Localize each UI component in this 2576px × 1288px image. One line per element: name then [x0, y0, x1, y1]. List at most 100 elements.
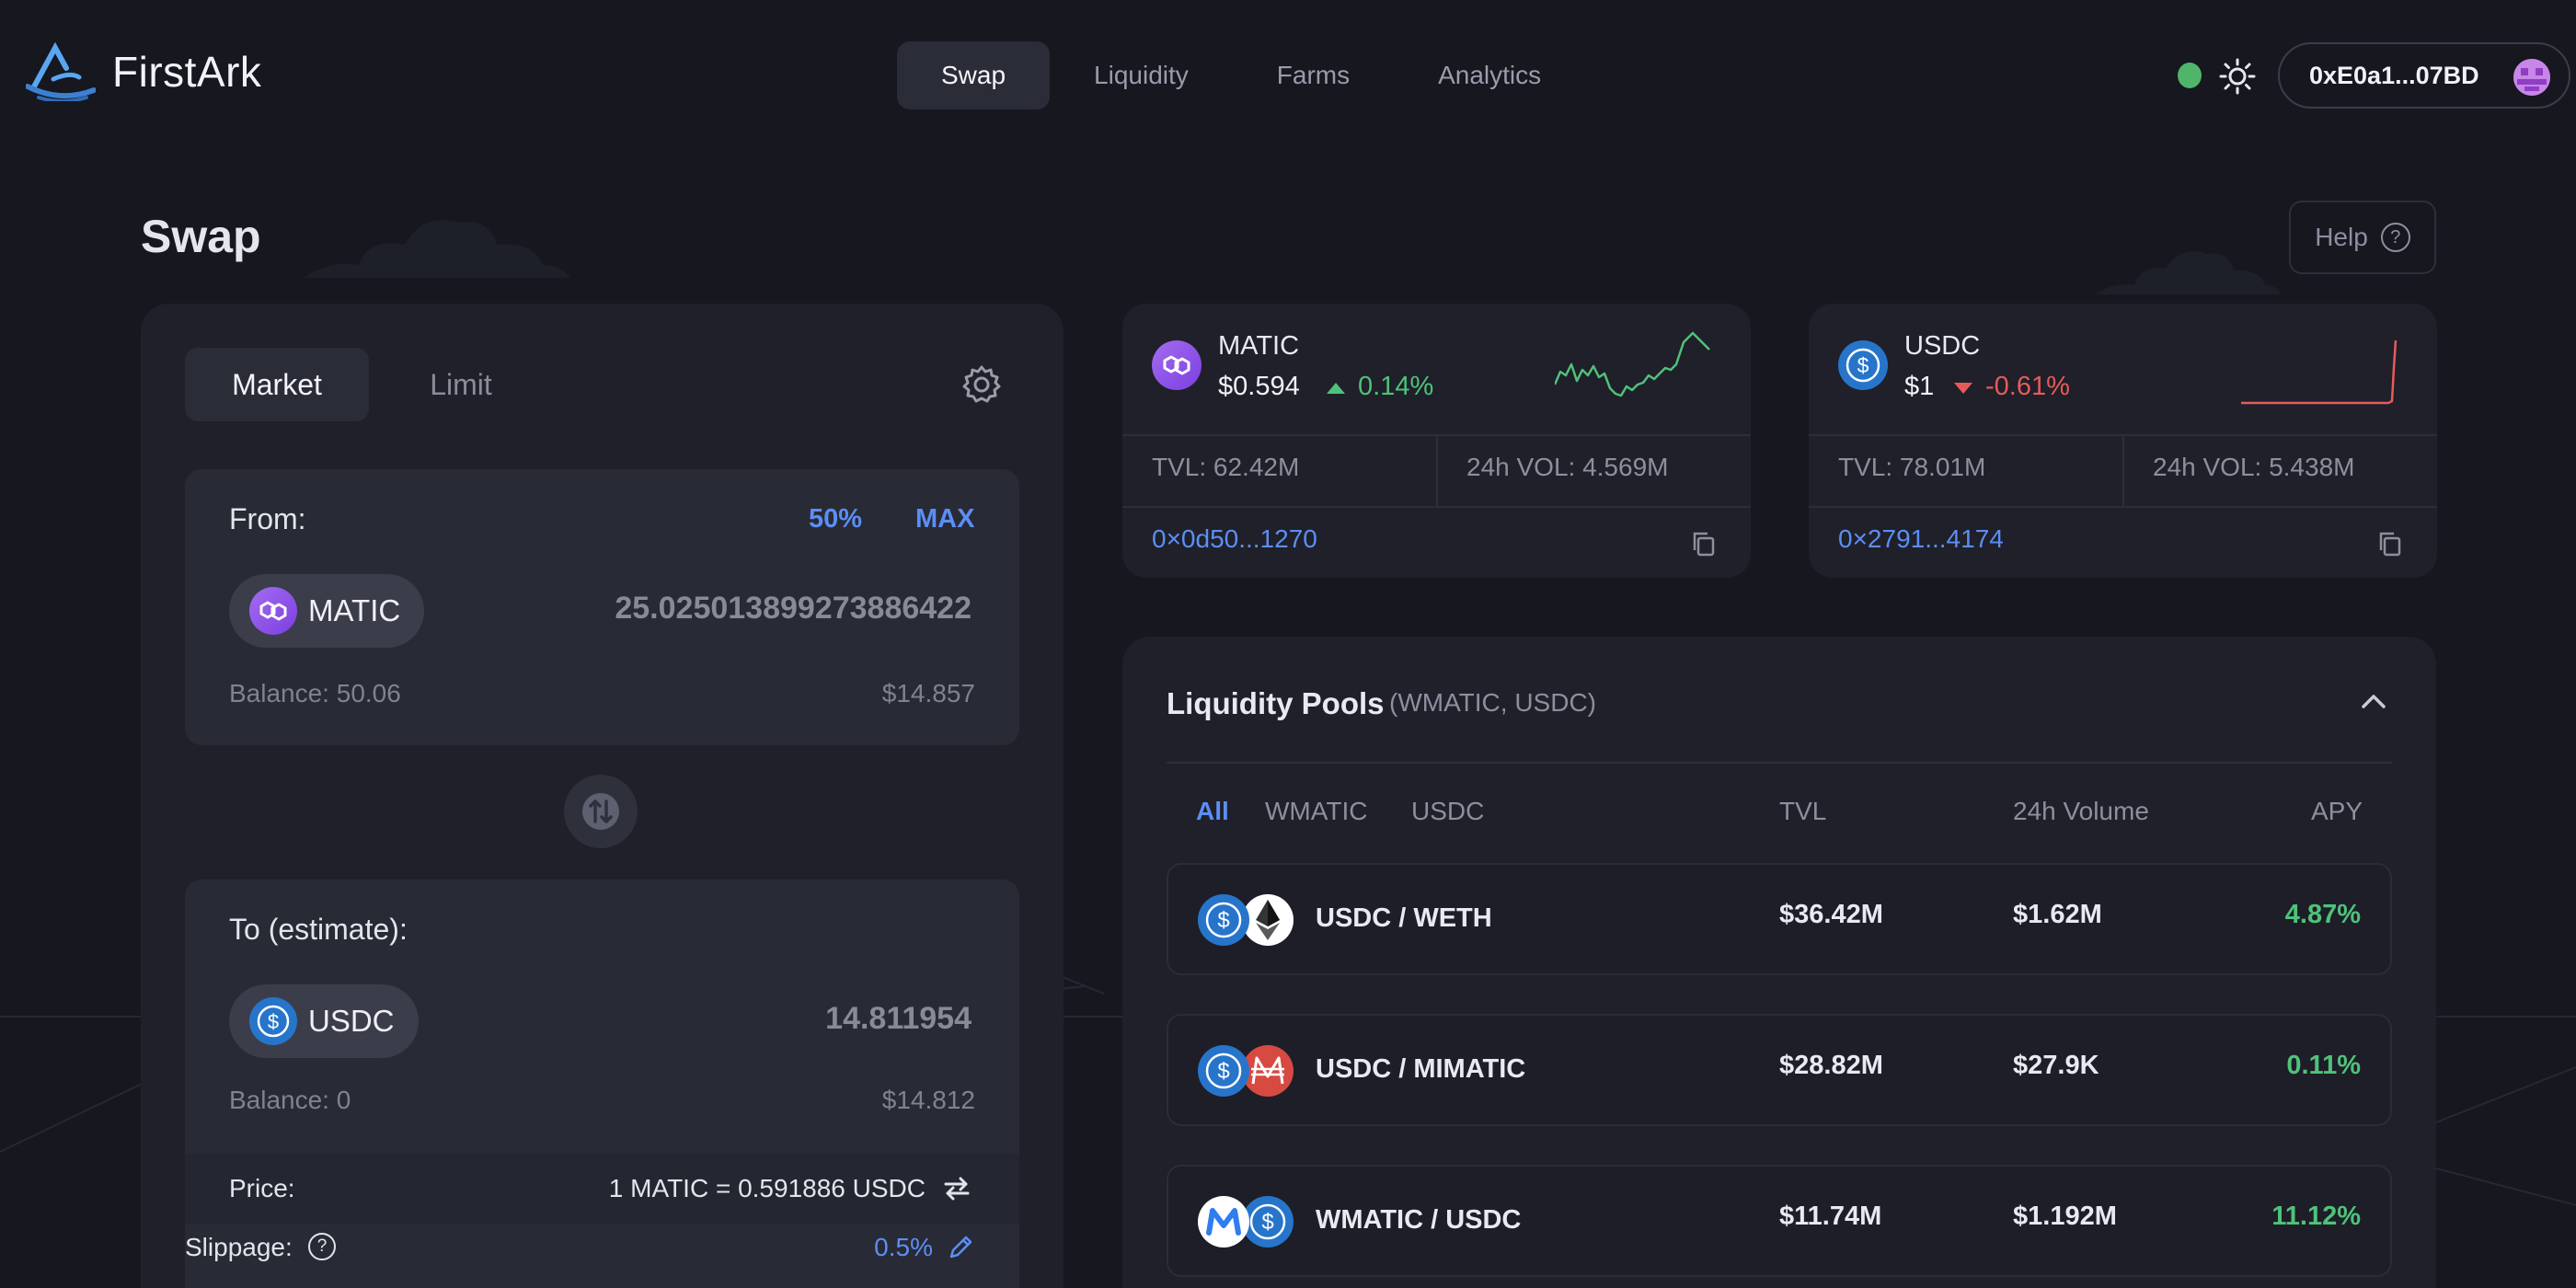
- main-nav: Swap Liquidity Farms Analytics: [897, 41, 1585, 109]
- token-address-link[interactable]: 0×2791...4174: [1838, 524, 2004, 554]
- from-label: From:: [229, 502, 306, 535]
- to-balance: Balance: 0: [229, 1086, 351, 1114]
- pool-apy: 11.12%: [2271, 1202, 2361, 1231]
- token-card-matic: MATIC $0.594 0.14% TVL: 62.42M 24h VOL: …: [1122, 304, 1751, 578]
- wmatic-icon: [1198, 1196, 1249, 1248]
- token-tvl: TVL: 62.42M: [1152, 453, 1300, 481]
- slippage-info-icon: ?: [308, 1233, 336, 1260]
- filter-usdc[interactable]: USDC: [1411, 797, 1484, 826]
- tab-limit[interactable]: Limit: [369, 348, 553, 421]
- wallet-avatar: [2513, 59, 2550, 96]
- svg-text:$: $: [1857, 353, 1869, 377]
- pool-tvl: $28.82M: [1779, 1051, 1883, 1080]
- pool-pair: USDC / MIMATIC: [1316, 1054, 1526, 1084]
- to-token-selector[interactable]: $ USDC: [229, 984, 419, 1058]
- usdc-icon: $: [1838, 340, 1888, 390]
- from-panel: From: 50% MAX MATIC 25.02501389927388642…: [185, 469, 1019, 745]
- page-title: Swap: [141, 211, 261, 262]
- pool-row[interactable]: $ USDC / MIMATIC $28.82M $27.9K 0.11%: [1167, 1014, 2392, 1126]
- cloud-decoration: [304, 220, 570, 278]
- matic-icon: [249, 587, 297, 635]
- token-tvl: TVL: 78.01M: [1838, 453, 1986, 481]
- filter-wmatic[interactable]: WMATIC: [1265, 797, 1367, 826]
- pool-apy: 0.11%: [2286, 1051, 2361, 1080]
- help-label: Help: [2315, 223, 2368, 251]
- price-value: 1 MATIC = 0.591886 USDC: [608, 1174, 926, 1202]
- price-row: Price: 1 MATIC = 0.591886 USDC: [185, 1154, 1019, 1224]
- ark-logo-icon: [26, 42, 96, 101]
- pool-tvl: $11.74M: [1779, 1202, 1882, 1231]
- column-header-tvl[interactable]: TVL: [1779, 797, 1826, 826]
- logo[interactable]: FirstArk: [26, 42, 261, 101]
- nav-swap[interactable]: Swap: [897, 41, 1051, 109]
- slippage-value[interactable]: 0.5%: [874, 1233, 933, 1262]
- nav-farms[interactable]: Farms: [1233, 41, 1394, 109]
- top-bar: FirstArk Swap Liquidity Farms Analytics …: [0, 0, 2576, 149]
- from-amount-input[interactable]: 25.025013899273886422: [615, 591, 972, 627]
- to-panel: To (estimate): $ USDC 14.811954 Balance:…: [185, 880, 1019, 1288]
- help-question-icon: ?: [2380, 223, 2410, 252]
- price-down-triangle-icon: [1954, 383, 1972, 394]
- wallet-button[interactable]: 0xE0a1...07BD: [2278, 42, 2570, 109]
- token-price: $0.594: [1218, 372, 1300, 401]
- pool-volume: $27.9K: [2013, 1051, 2099, 1080]
- copy-icon[interactable]: [1690, 530, 1718, 558]
- svg-text:$: $: [1261, 1210, 1273, 1235]
- pool-row[interactable]: $ WMATIC / USDC $11.74M $1.192M 11.12%: [1167, 1165, 2392, 1277]
- usdc-icon: $: [1242, 1196, 1294, 1248]
- help-button[interactable]: Help ?: [2289, 201, 2436, 274]
- usdc-icon: $: [249, 997, 297, 1045]
- swap-arrows-icon: [582, 793, 619, 830]
- switch-direction-button[interactable]: [564, 775, 638, 848]
- usdc-sparkline: [2241, 339, 2398, 405]
- token-volume: 24h VOL: 5.438M: [2153, 453, 2355, 481]
- settings-gear-icon[interactable]: [961, 364, 1002, 405]
- half-button[interactable]: 50%: [809, 504, 862, 535]
- pool-volume: $1.192M: [2013, 1202, 2117, 1231]
- invert-price-icon[interactable]: [942, 1174, 972, 1203]
- divider: [1809, 506, 2437, 508]
- pool-row[interactable]: $ USDC / WETH $36.42M $1.62M 4.87%: [1167, 863, 2392, 975]
- cloud-decoration-right: [2094, 251, 2282, 294]
- theme-toggle-sun-icon[interactable]: [2219, 58, 2256, 95]
- app-name: FirstArk: [112, 48, 262, 96]
- collapse-chevron-up-icon[interactable]: [2360, 692, 2387, 710]
- max-button[interactable]: MAX: [915, 504, 974, 535]
- svg-text:$: $: [268, 1010, 279, 1033]
- from-token-selector[interactable]: MATIC: [229, 574, 425, 648]
- price-up-triangle-icon: [1327, 383, 1345, 394]
- nav-liquidity[interactable]: Liquidity: [1050, 41, 1233, 109]
- divider: [1436, 436, 1438, 508]
- slippage-label: Slippage:: [185, 1233, 293, 1261]
- liquidity-pools-card: Liquidity Pools (WMATIC, USDC) All WMATI…: [1122, 637, 2436, 1288]
- price-label: Price:: [229, 1174, 295, 1202]
- token-address-link[interactable]: 0×0d50...1270: [1152, 524, 1317, 554]
- pool-pair: WMATIC / USDC: [1316, 1205, 1522, 1235]
- usdc-icon: $: [1198, 1045, 1249, 1097]
- column-header-apy[interactable]: APY: [2311, 797, 2363, 826]
- divider: [1122, 506, 1751, 508]
- token-name: MATIC: [1218, 331, 1300, 361]
- column-header-volume[interactable]: 24h Volume: [2013, 797, 2149, 826]
- edit-pencil-icon[interactable]: [946, 1233, 975, 1262]
- from-token-symbol: MATIC: [308, 593, 401, 627]
- weth-icon: [1242, 894, 1294, 946]
- tab-market[interactable]: Market: [185, 348, 369, 421]
- mimatic-icon: [1242, 1045, 1294, 1097]
- copy-icon[interactable]: [2376, 530, 2404, 558]
- pools-title: Liquidity Pools: [1167, 686, 1385, 720]
- nav-analytics[interactable]: Analytics: [1394, 41, 1585, 109]
- svg-text:$: $: [1217, 1059, 1229, 1084]
- pool-pair: USDC / WETH: [1316, 903, 1492, 933]
- swap-card: Market Limit From: 50% MAX MATIC 25.0250…: [141, 304, 1064, 1288]
- matic-sparkline: [1555, 331, 1710, 397]
- token-volume: 24h VOL: 4.569M: [1466, 453, 1669, 481]
- pool-tvl: $36.42M: [1779, 900, 1883, 929]
- token-name: USDC: [1904, 331, 1981, 361]
- pools-subtitle: (WMATIC, USDC): [1389, 688, 1596, 717]
- token-price: $1: [1904, 372, 1935, 401]
- to-token-symbol: USDC: [308, 1004, 395, 1038]
- filter-all[interactable]: All: [1196, 797, 1229, 826]
- pool-volume: $1.62M: [2013, 900, 2102, 929]
- usdc-icon: $: [1198, 894, 1249, 946]
